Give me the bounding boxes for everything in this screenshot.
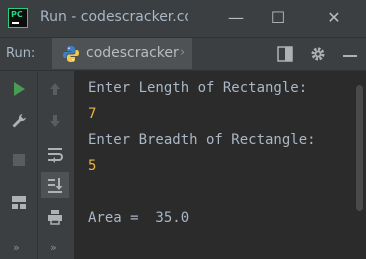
rerun-down-icon: [50, 115, 60, 127]
hide-icon[interactable]: [341, 45, 359, 63]
wrench-icon[interactable]: [10, 112, 28, 130]
console-scrollbar[interactable]: [353, 71, 366, 259]
console-output[interactable]: Enter Length of Rectangle: 7 Enter Bread…: [75, 71, 350, 259]
chevron-right-icon: ›: [180, 45, 186, 60]
run-icon[interactable]: [10, 80, 28, 98]
console-line: Enter Breadth of Rectangle:: [88, 132, 316, 148]
layout-icon[interactable]: [276, 45, 294, 63]
layout-toggle-icon[interactable]: [10, 193, 28, 211]
scroll-to-end-toggle[interactable]: [41, 172, 69, 198]
python-icon: [63, 46, 79, 62]
console-line: Area = 35.0: [88, 210, 190, 226]
run-label: Run:: [6, 46, 36, 61]
gutter-divider: [37, 71, 38, 259]
minimize-button[interactable]: —: [224, 6, 248, 30]
settings-icon[interactable]: [309, 45, 327, 63]
title-bar: PC Run - codescracker.com — ☐ ✕: [0, 0, 366, 38]
pycharm-logo-icon: PC: [8, 8, 28, 28]
print-icon[interactable]: [46, 208, 64, 226]
stop-icon: [13, 154, 25, 166]
console-input-line: 5: [88, 158, 97, 174]
window-title: Run - codescracker.com: [40, 9, 188, 25]
maximize-button[interactable]: ☐: [266, 6, 290, 30]
close-button[interactable]: ✕: [322, 6, 346, 30]
more-icon[interactable]: »: [13, 241, 20, 254]
run-toolbar: Run: codescracker ›: [0, 38, 366, 71]
console-input-line: 7: [88, 106, 97, 122]
more-icon[interactable]: »: [50, 241, 57, 254]
soft-wrap-icon[interactable]: [46, 145, 64, 163]
run-tab-label: codescracker: [86, 45, 179, 61]
run-config-tab[interactable]: codescracker ›: [52, 38, 192, 69]
scrollbar-thumb[interactable]: [356, 85, 363, 211]
console-line: Enter Length of Rectangle:: [88, 80, 308, 96]
scroll-to-end-icon: [48, 178, 63, 193]
rerun-up-icon: [50, 83, 60, 95]
